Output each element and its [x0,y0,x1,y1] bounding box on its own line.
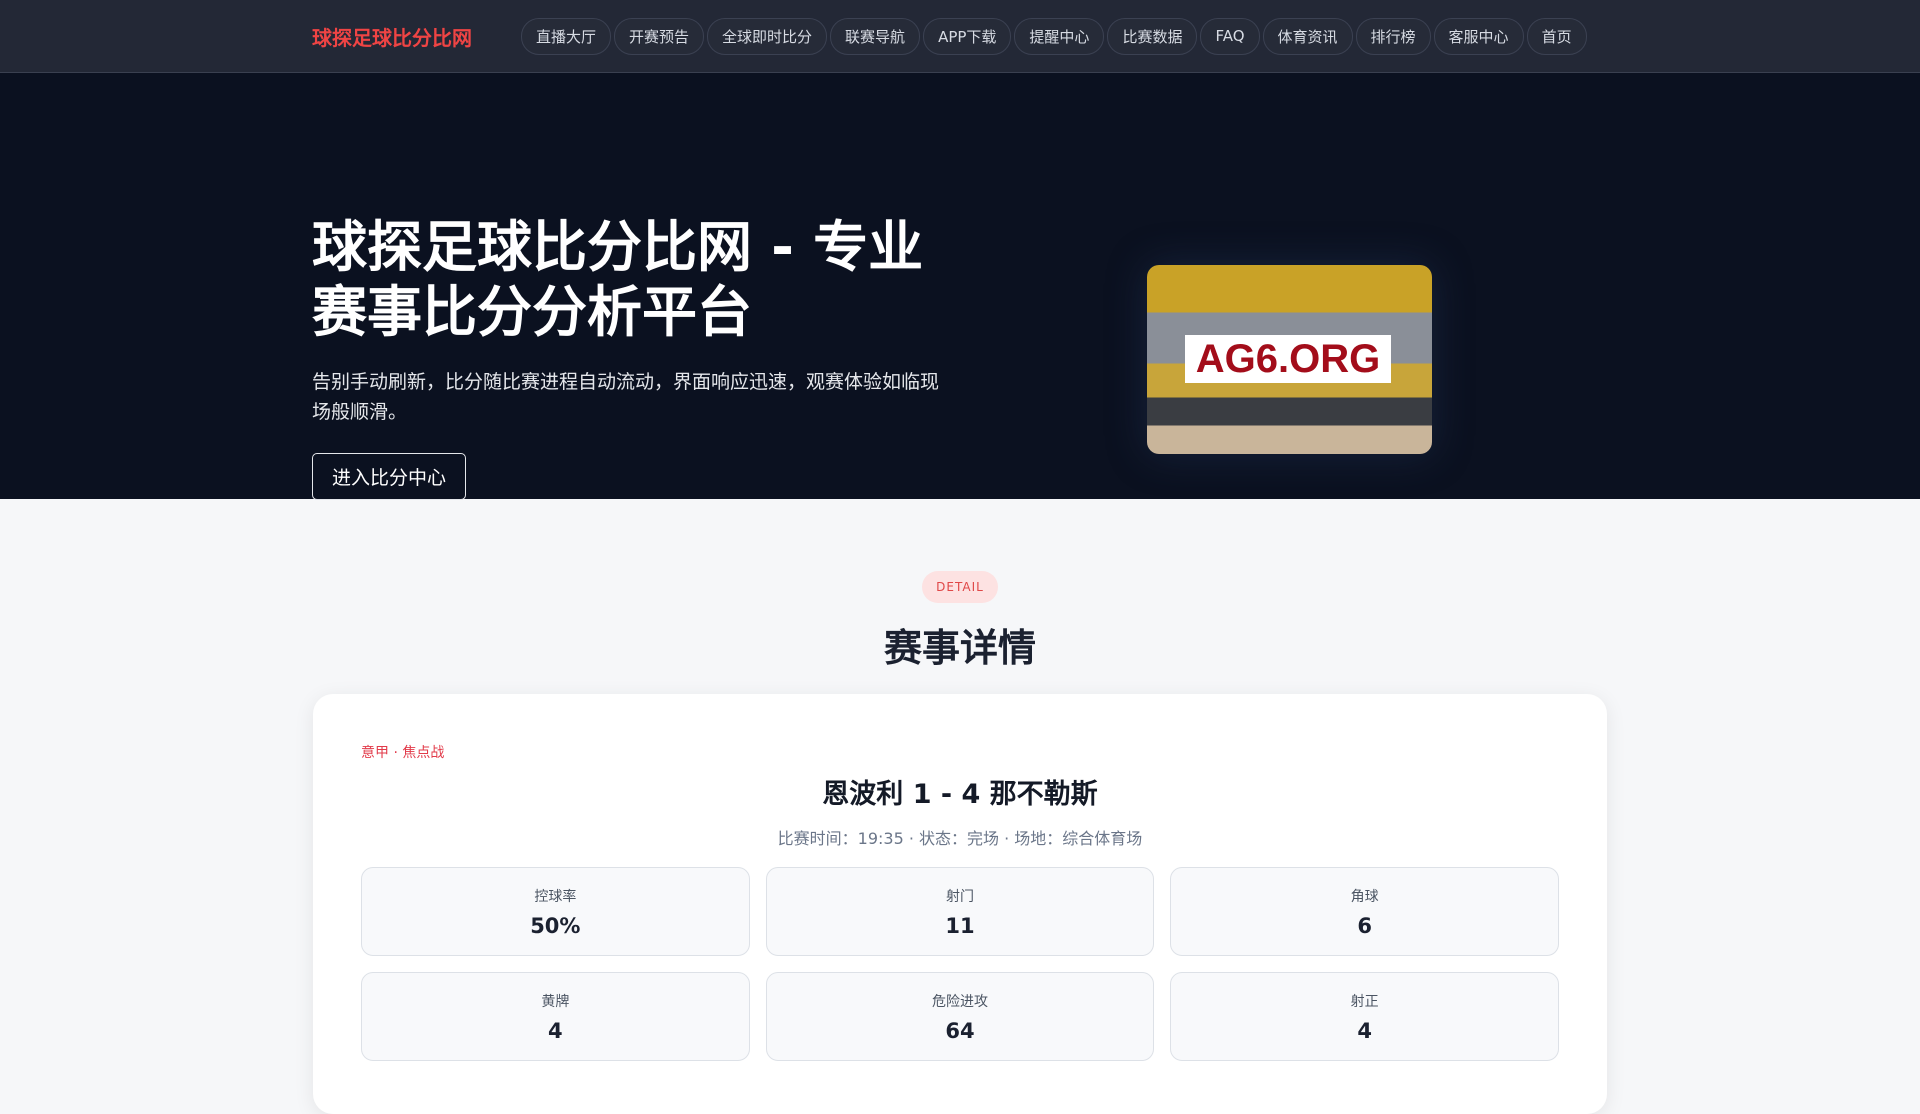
match-title: 恩波利 1 - 4 那不勒斯 [822,779,1098,810]
hero-image: AG6.ORG [1147,265,1432,454]
stat-label: 角球 [1350,889,1379,905]
stat-card: 射正 4 [1170,972,1559,1061]
nav-item[interactable]: 开赛预告 [614,17,705,55]
stat-card: 角球 6 [1170,867,1559,956]
stat-label: 控球率 [534,889,577,905]
stat-value: 4 [1357,1019,1372,1043]
nav-item[interactable]: FAQ [1200,17,1260,55]
hero: 球探足球比分比网 - 专业赛事比分分析平台 告别手动刷新，比分随比赛进程自动流动… [0,73,1920,500]
nav-item[interactable]: 比赛数据 [1107,17,1198,55]
hero-subtitle: 告别手动刷新，比分随比赛进程自动流动，界面响应迅速，观赛体验如临现场般顺滑。 [312,371,940,423]
stat-card: 控球率 50% [361,867,750,956]
stat-label: 射正 [1350,994,1379,1010]
stat-value: 64 [945,1019,975,1043]
nav-item[interactable]: 联赛导航 [830,17,921,55]
nav-item[interactable]: 体育资讯 [1262,17,1353,55]
detail-section: DETAIL 赛事详情 [0,499,1920,672]
stat-value: 11 [945,914,975,938]
nav-item[interactable]: 全球即时比分 [707,17,828,55]
nav-item[interactable]: APP下载 [923,17,1012,55]
league-label: 意甲 · 焦点战 [361,745,445,761]
stat-label: 射门 [945,889,974,905]
stat-value: 6 [1357,914,1372,938]
match-meta: 比赛时间：19:35 · 状态：完场 · 场地：综合体育场 [777,829,1143,848]
stat-label: 黄牌 [541,994,570,1010]
hero-title: 球探足球比分比网 - 专业赛事比分分析平台 [312,215,924,344]
nav-item[interactable]: 提醒中心 [1014,17,1105,55]
nav-item[interactable]: 首页 [1526,17,1587,55]
stats-grid: 控球率 50% 射门 11 角球 6 黄牌 4 危险进攻 64 射正 4 [361,867,1559,1061]
stat-card: 危险进攻 64 [765,972,1155,1061]
top-nav: 球探足球比分比网 直播大厅 开赛预告 全球即时比分 联赛导航 APP下载 提醒中… [0,0,1920,73]
image-watermark: AG6.ORG [1185,335,1391,383]
nav-item[interactable]: 排行榜 [1355,17,1431,55]
section-badge: DETAIL [922,571,998,603]
nav-menu: 直播大厅 开赛预告 全球即时比分 联赛导航 APP下载 提醒中心 比赛数据 FA… [521,17,1587,55]
stat-label: 危险进攻 [931,994,988,1010]
stat-value: 4 [548,1019,563,1043]
site-logo[interactable]: 球探足球比分比网 [312,22,521,51]
stat-card: 黄牌 4 [361,972,750,1061]
nav-item[interactable]: 直播大厅 [521,17,612,55]
nav-item[interactable]: 客服中心 [1433,17,1524,55]
match-card: 意甲 · 焦点战 恩波利 1 - 4 那不勒斯 比赛时间：19:35 · 状态：… [313,694,1607,1114]
section-heading: 赛事详情 [883,626,1036,670]
stat-card: 射门 11 [765,867,1155,956]
stat-value: 50% [530,914,581,938]
enter-score-center-button[interactable]: 进入比分中心 [312,453,466,500]
